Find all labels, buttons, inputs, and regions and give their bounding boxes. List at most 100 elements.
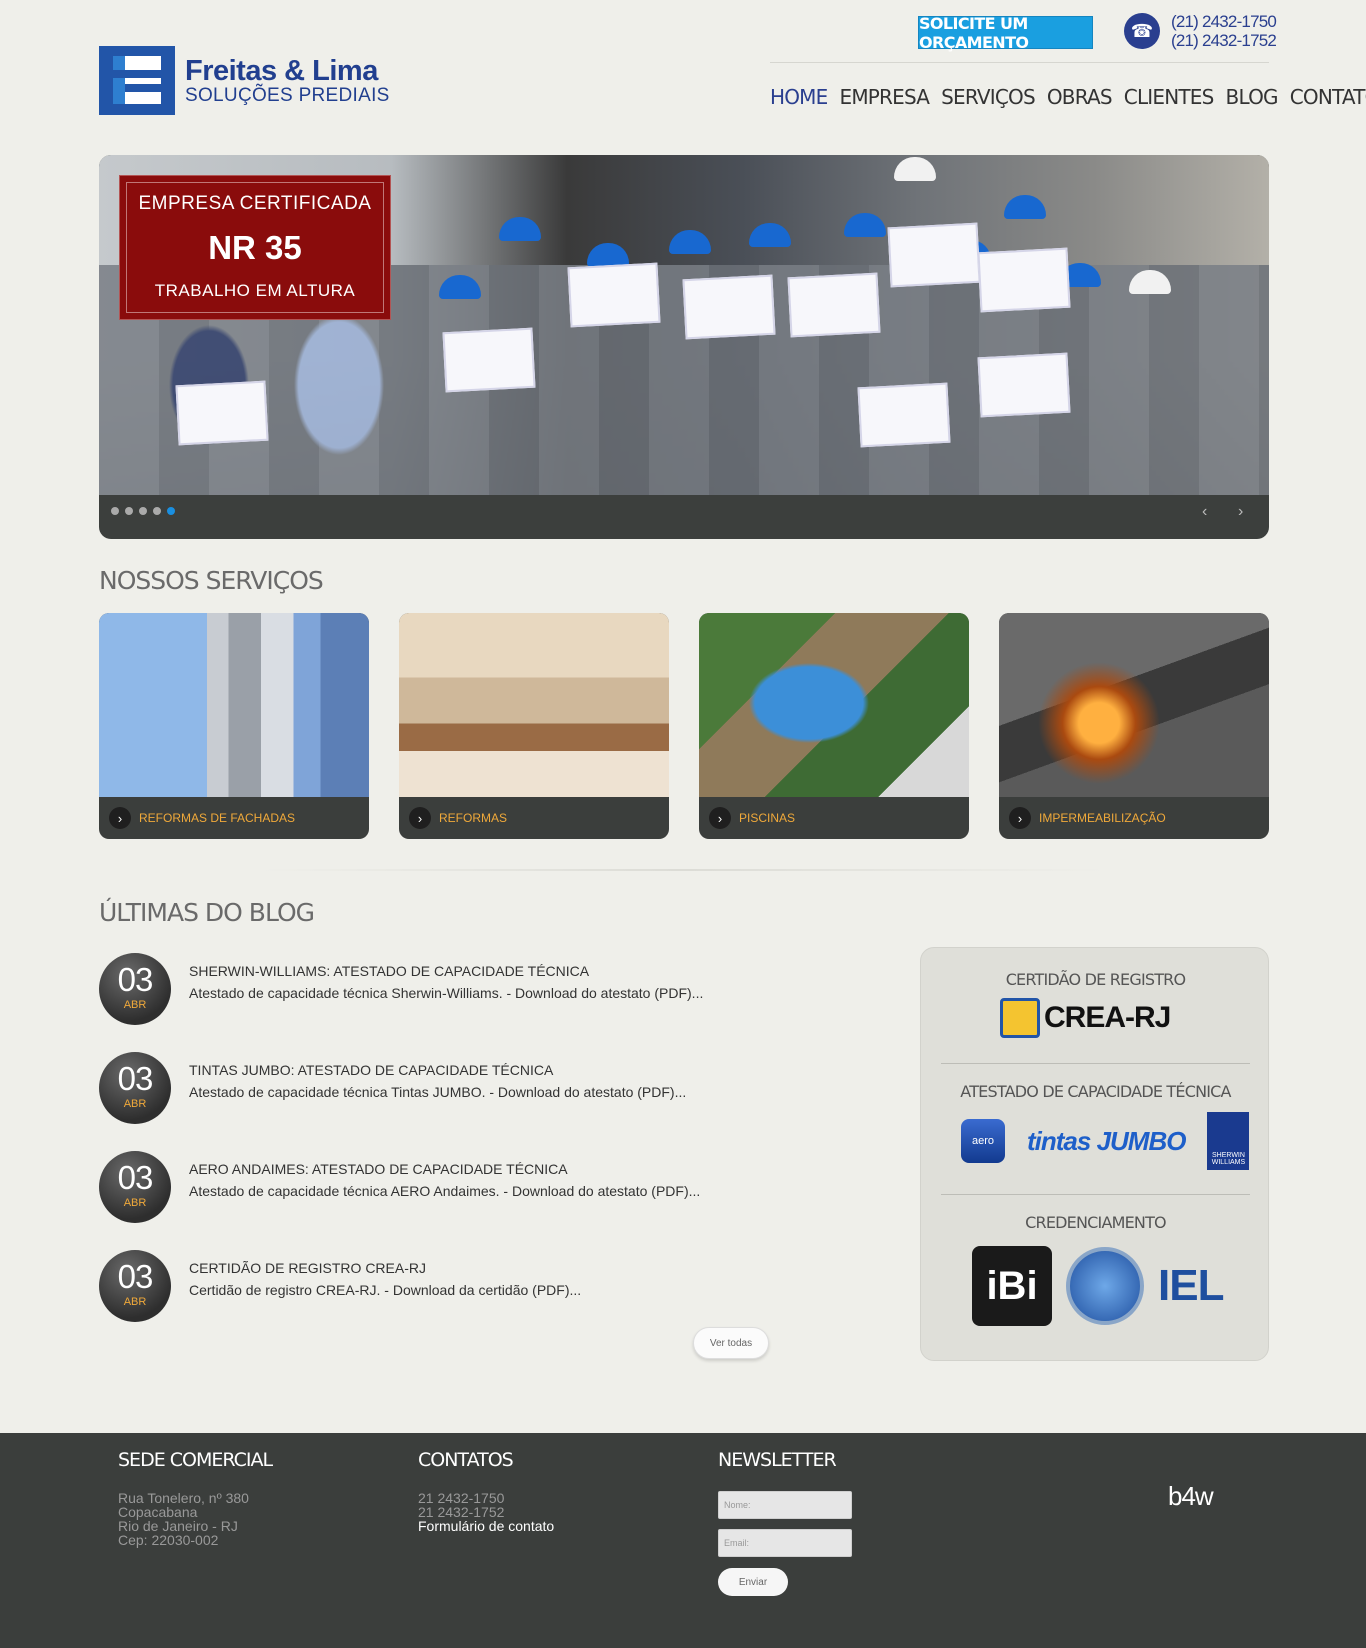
cred-title: CREDENCIAMENTO	[1025, 1213, 1166, 1232]
service-label: IMPERMEABILIZAÇÃO	[1039, 811, 1166, 825]
badge-line-3: TRABALHO EM ALTURA	[154, 281, 356, 300]
main-nav: HOME EMPRESA SERVIÇOS OBRAS CLIENTES BLO…	[770, 85, 1366, 109]
chevron-right-icon: ›	[409, 807, 431, 829]
logo-subtitle: SOLUÇÕES PREDIAIS	[185, 84, 390, 106]
cert-title: CERTIDÃO DE REGISTRO	[1005, 970, 1186, 989]
blog-post[interactable]: 03 ABR CERTIDÃO DE REGISTRO CREA-RJ Cert…	[99, 1250, 779, 1322]
post-day: 03	[117, 1159, 154, 1196]
phone-icon: ☎	[1124, 13, 1160, 49]
newsletter-send-button[interactable]: Enviar	[718, 1568, 788, 1596]
slider-prev-icon[interactable]: ‹	[1202, 503, 1207, 521]
service-label: PISCINAS	[739, 811, 796, 825]
service-image	[399, 613, 669, 797]
nav-servicos[interactable]: SERVIÇOS	[941, 85, 1036, 109]
blog-post[interactable]: 03 ABR AERO ANDAIMES: ATESTADO DE CAPACI…	[99, 1151, 779, 1223]
blog-title: ÚLTIMAS DO BLOG	[99, 898, 315, 927]
post-title[interactable]: SHERWIN-WILLIAMS: ATESTADO DE CAPACIDADE…	[189, 963, 589, 979]
see-all-button[interactable]: Ver todas	[693, 1327, 769, 1359]
post-month: ABR	[123, 999, 147, 1011]
slider-dot[interactable]	[111, 507, 119, 515]
footer-contacts-title: CONTATOS	[418, 1449, 514, 1471]
box-divider	[941, 1194, 1250, 1195]
newsletter-name-field[interactable]: Nome:	[718, 1491, 852, 1519]
slider-dot[interactable]	[153, 507, 161, 515]
certifications-box: CERTIDÃO DE REGISTRO CREA-RJ ATESTADO DE…	[920, 947, 1269, 1361]
service-image	[999, 613, 1269, 797]
post-title[interactable]: CERTIDÃO DE REGISTRO CREA-RJ	[189, 1260, 426, 1276]
contact-phone: 21 2432-1752	[418, 1504, 505, 1520]
hero-slider[interactable]: EMPRESA CERTIFICADA NR 35 TRABALHO EM AL…	[99, 155, 1269, 539]
post-excerpt: Atestado de capacidade técnica Sherwin-W…	[189, 985, 704, 1001]
service-card-piscinas[interactable]: › PISCINAS	[699, 613, 969, 839]
services-title: NOSSOS SERVIÇOS	[99, 566, 324, 595]
slider-dot[interactable]	[125, 507, 133, 515]
badge-line-2: NR 35	[208, 229, 302, 266]
jumbo-logo[interactable]: tintas JUMBO	[1027, 1126, 1186, 1157]
developer-credit-logo[interactable]: b4w	[1168, 1481, 1214, 1512]
ibi-logo[interactable]: iBi	[972, 1246, 1052, 1326]
phone-1: (21) 2432-1750	[1171, 12, 1277, 31]
post-excerpt: Atestado de capacidade técnica Tintas JU…	[189, 1084, 687, 1100]
service-card-reformas[interactable]: › REFORMAS	[399, 613, 669, 839]
post-month: ABR	[123, 1098, 147, 1110]
slider-dot[interactable]	[139, 507, 147, 515]
newsletter-email-field[interactable]: Email:	[718, 1529, 852, 1557]
site-footer: SEDE COMERCIAL Rua Tonelero, nº 380 Copa…	[0, 1433, 1366, 1648]
site-header: Freitas & Lima SOLUÇÕES PREDIAIS SOLICIT…	[0, 0, 1366, 150]
contact-form-link[interactable]: Formulário de contato	[418, 1519, 554, 1533]
atestado-title: ATESTADO DE CAPACIDADE TÉCNICA	[960, 1082, 1231, 1101]
nav-contatos[interactable]: CONTATOS	[1290, 85, 1366, 109]
aero-logo[interactable]: aero	[961, 1119, 1005, 1163]
service-card-impermeabilizacao[interactable]: › IMPERMEABILIZAÇÃO	[999, 613, 1269, 839]
service-image	[699, 613, 969, 797]
globe-logo-icon[interactable]	[1066, 1247, 1144, 1325]
post-day: 03	[117, 1060, 154, 1097]
blog-post[interactable]: 03 ABR SHERWIN-WILLIAMS: ATESTADO DE CAP…	[99, 953, 779, 1025]
post-title[interactable]: AERO ANDAIMES: ATESTADO DE CAPACIDADE TÉ…	[189, 1161, 568, 1177]
header-divider	[770, 62, 1269, 63]
request-quote-button[interactable]: SOLICITE UM ORÇAMENTO	[918, 14, 1093, 52]
slider-dot-active[interactable]	[167, 507, 175, 515]
logo-mark	[99, 46, 175, 115]
crea-logo[interactable]: CREA-RJ	[1000, 998, 1171, 1038]
address-line: Rio de Janeiro - RJ	[118, 1518, 238, 1534]
contact-phone: 21 2432-1750	[418, 1490, 505, 1506]
post-day: 03	[117, 1258, 154, 1295]
post-day: 03	[117, 961, 154, 998]
phone-2: (21) 2432-1752	[1171, 31, 1277, 50]
post-month: ABR	[123, 1197, 147, 1209]
phone-numbers: (21) 2432-1750 (21) 2432-1752	[1171, 12, 1277, 50]
chevron-right-icon: ›	[1009, 807, 1031, 829]
nav-home[interactable]: HOME	[770, 85, 828, 109]
nav-obras[interactable]: OBRAS	[1047, 85, 1113, 109]
crea-seal-icon	[1000, 998, 1040, 1038]
post-date: 03 ABR	[99, 1250, 171, 1322]
iel-logo[interactable]: IEL	[1158, 1261, 1224, 1311]
slider-next-icon[interactable]: ›	[1238, 503, 1243, 521]
service-label: REFORMAS	[439, 811, 508, 825]
section-divider	[260, 869, 1106, 871]
chevron-right-icon: ›	[109, 807, 131, 829]
post-date: 03 ABR	[99, 1052, 171, 1124]
nav-clientes[interactable]: CLIENTES	[1124, 85, 1215, 109]
nav-empresa[interactable]: EMPRESA	[839, 85, 929, 109]
site-logo[interactable]: Freitas & Lima SOLUÇÕES PREDIAIS	[99, 46, 390, 115]
service-card-fachadas[interactable]: › REFORMAS DE FACHADAS	[99, 613, 369, 839]
badge-line-1: EMPRESA CERTIFICADA	[138, 193, 372, 214]
cred-logos: iBi IEL	[972, 1246, 1224, 1326]
footer-contacts: 21 2432-1750 21 2432-1752 Formulário de …	[418, 1491, 554, 1533]
nav-blog[interactable]: BLOG	[1226, 85, 1279, 109]
slider-dots	[111, 507, 175, 515]
blog-post[interactable]: 03 ABR TINTAS JUMBO: ATESTADO DE CAPACID…	[99, 1052, 779, 1124]
post-date: 03 ABR	[99, 1151, 171, 1223]
post-title[interactable]: TINTAS JUMBO: ATESTADO DE CAPACIDADE TÉC…	[189, 1062, 553, 1078]
service-image	[99, 613, 369, 797]
atestado-logos: aero tintas JUMBO SHERWIN WILLIAMS	[961, 1112, 1250, 1170]
crea-logo-text: CREA-RJ	[1044, 1001, 1171, 1034]
address-line: Rua Tonelero, nº 380	[118, 1490, 249, 1506]
sherwin-williams-logo[interactable]: SHERWIN WILLIAMS	[1207, 1112, 1250, 1170]
logo-name: Freitas & Lima	[185, 54, 378, 87]
box-divider	[941, 1063, 1250, 1064]
post-excerpt: Atestado de capacidade técnica AERO Anda…	[189, 1183, 701, 1199]
footer-sede-title: SEDE COMERCIAL	[118, 1449, 273, 1471]
